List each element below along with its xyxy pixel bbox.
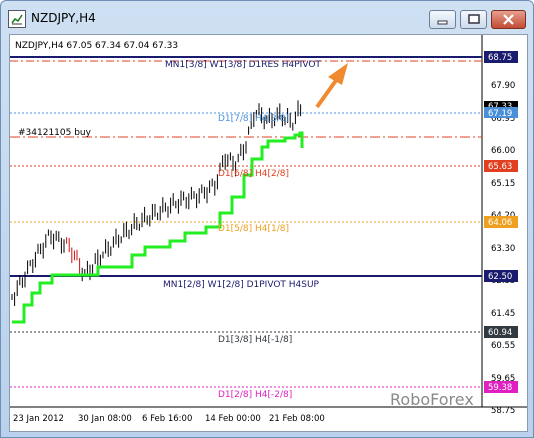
x-tick: 23 Jan 2012 bbox=[13, 414, 64, 424]
restore-button[interactable] bbox=[460, 10, 487, 29]
level-label-mn1-38: MN1[3/8] W1[3/8] D1RES H4PIVOT bbox=[165, 60, 321, 70]
chart-canvas: NZDJPY,H4 67.05 67.34 67.04 67.33 #34121… bbox=[10, 35, 527, 424]
level-label-d1-28: D1[2/8] H4[-2/8] bbox=[218, 390, 292, 400]
robo-watermark: RoboForex bbox=[390, 390, 474, 409]
level-label-d1-58: D1[5/8] H4[1/8] bbox=[218, 224, 289, 234]
price-tag-65-63: 65.63 bbox=[488, 162, 512, 172]
y-tick: 63.30 bbox=[491, 244, 515, 254]
y-tick: 67.90 bbox=[491, 81, 515, 91]
level-label-d1-68: D1[6/8] H4[2/8] bbox=[218, 169, 289, 179]
restore-icon bbox=[468, 14, 480, 24]
y-axis-ticks: 67.90 66.95 66.00 65.15 64.20 63.30 62.3… bbox=[491, 81, 515, 416]
close-button[interactable] bbox=[491, 10, 526, 29]
price-tag-62-50: 62.50 bbox=[488, 272, 512, 282]
price-tag-59-38: 59.38 bbox=[488, 383, 512, 393]
level-label-d1-38: D1[3/8] H4[-1/8] bbox=[218, 335, 292, 345]
order-label[interactable]: #34121105 buy bbox=[18, 128, 92, 138]
title-bar[interactable]: NZDJPY,H4 bbox=[1, 1, 533, 35]
x-tick: 6 Feb 16:00 bbox=[142, 414, 192, 424]
x-axis-ticks: 23 Jan 2012 30 Jan 08:00 6 Feb 16:00 14 … bbox=[13, 414, 325, 424]
y-tick: 60.55 bbox=[491, 341, 515, 351]
price-chart[interactable]: NZDJPY,H4 67.05 67.34 67.04 67.33 #34121… bbox=[9, 34, 528, 432]
close-icon bbox=[503, 14, 514, 25]
y-tick: 61.45 bbox=[491, 309, 515, 319]
minimize-button[interactable] bbox=[429, 10, 456, 29]
level-label-d1-78: D1[7/8] H4[3/8] bbox=[218, 114, 289, 124]
chart-app-icon bbox=[8, 10, 26, 28]
chart-window: NZDJPY,H4 NZDJPY,H4 67.05 67.34 67.04 67… bbox=[0, 0, 534, 438]
price-tag-64-06: 64.06 bbox=[488, 218, 512, 228]
x-tick: 30 Jan 08:00 bbox=[78, 414, 132, 424]
price-tag-60-94: 60.94 bbox=[488, 328, 512, 338]
y-tick: 65.15 bbox=[491, 179, 515, 189]
chart-info-line: NZDJPY,H4 67.05 67.34 67.04 67.33 bbox=[15, 41, 178, 51]
x-tick: 21 Feb 08:00 bbox=[269, 414, 325, 424]
window-title: NZDJPY,H4 bbox=[31, 11, 96, 25]
target-arrow-icon bbox=[315, 63, 348, 109]
y-tick: 66.00 bbox=[491, 146, 515, 156]
price-tag-68-75: 68.75 bbox=[488, 53, 512, 63]
price-tag-67-19: 67.19 bbox=[488, 109, 512, 119]
level-label-mn1-28: MN1[2/8] W1[2/8] D1PIVOT H4SUP bbox=[163, 280, 320, 290]
x-tick: 14 Feb 00:00 bbox=[205, 414, 261, 424]
minimize-icon bbox=[437, 20, 448, 25]
y-tick: 58.75 bbox=[491, 406, 515, 416]
